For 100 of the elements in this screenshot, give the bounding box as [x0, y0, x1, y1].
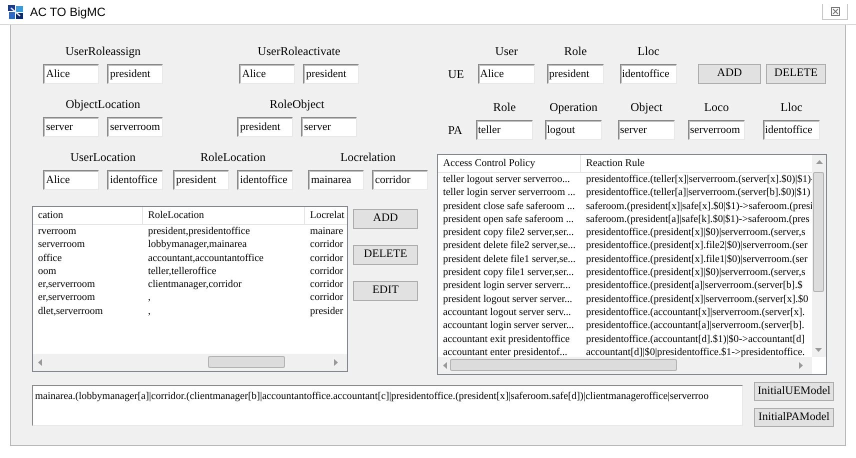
table-cell-text: accountant[d]|$0|presidentoffice.$1->presidentoffice.: [585, 346, 806, 360]
input-field[interactable]: Alice: [239, 64, 295, 84]
table-cell-text: president copy file1 server,ser...: [442, 266, 575, 280]
table-cell-text: mainare: [309, 225, 344, 238]
table-cell-text: serverroom: [37, 238, 86, 252]
action-button[interactable]: ADD: [698, 64, 761, 84]
field-label: User: [494, 43, 519, 60]
horizontal-scrollbar[interactable]: [438, 357, 812, 374]
table-cell-text: lobbymanager,mainarea: [147, 238, 248, 252]
table-cell-text: president logout server server...: [442, 292, 574, 306]
input-field[interactable]: logout: [545, 120, 602, 140]
left-arrow-icon: [38, 359, 43, 366]
input-field[interactable]: president: [107, 64, 163, 84]
table-cell-text: presidentoffice.(teller[a]|serverroom.(server[b].$0)|$1): [585, 186, 812, 200]
table-cell-text: teller,telleroffice: [147, 264, 218, 278]
field-label: Lloc: [780, 99, 804, 116]
input-field[interactable]: corridor: [372, 170, 428, 190]
input-field[interactable]: identoffice: [620, 64, 677, 84]
field-label: RoleObject: [268, 96, 326, 113]
field-label: Role: [492, 99, 517, 116]
column-header[interactable]: cation: [33, 207, 143, 224]
action-button[interactable]: ADD: [353, 209, 418, 229]
input-field[interactable]: president: [547, 64, 604, 84]
action-button[interactable]: DELETE: [353, 245, 418, 265]
table-cell-text: accountant enter presidentof...: [442, 346, 568, 360]
table-cell-text: corridor: [309, 252, 344, 265]
table-cell-text: dlet,serverroom: [37, 304, 104, 318]
field-label: Lloc: [636, 43, 660, 60]
input-field[interactable]: identoffice: [237, 170, 293, 190]
input-field[interactable]: identoffice: [763, 120, 820, 140]
right-arrow-icon: [798, 362, 803, 369]
table-cell-text: president login server serverr...: [442, 279, 572, 293]
field-label: Loco: [703, 99, 730, 116]
action-button[interactable]: InitialPAModel: [754, 408, 834, 427]
action-button[interactable]: DELETE: [766, 64, 826, 84]
input-field[interactable]: server: [618, 120, 675, 140]
table-cell-text: saferoom.(president[a]|safe[k].$0|$1)->saferoom.(pres: [585, 212, 810, 226]
close-icon: [830, 7, 840, 16]
column-header[interactable]: RoleLocation: [143, 207, 305, 224]
input-field[interactable]: president: [173, 170, 229, 190]
table-cell-text: corridor: [309, 291, 344, 305]
vertical-scrollbar[interactable]: [812, 155, 826, 357]
input-field[interactable]: server: [43, 117, 99, 137]
input-field[interactable]: Alice: [43, 170, 99, 190]
up-arrow-icon: [816, 160, 822, 165]
input-field[interactable]: president: [237, 117, 293, 137]
input-field[interactable]: Alice: [478, 64, 535, 84]
down-arrow-icon: [815, 348, 822, 353]
action-button[interactable]: InitialUEModel: [754, 382, 834, 401]
table-cell-text: clientmanager,corridor: [147, 278, 243, 292]
right-arrow-icon: [333, 359, 338, 366]
close-button[interactable]: [822, 4, 848, 20]
table-cell-text: presidentoffice.(president[a]|serverroom.(server[b].$: [585, 279, 804, 293]
table-cell-text: accountant logout server serv...: [442, 306, 572, 320]
table-cell-text: accountant,accountantoffice: [147, 252, 265, 265]
field-label: ObjectLocation: [64, 96, 142, 113]
table-cell-text: presidentoffice.(president[x].file2|$0)|serverroom.(ser: [585, 239, 809, 253]
field-label: Object: [630, 99, 664, 116]
row-label: UE: [447, 66, 465, 83]
left-arrow-icon: [443, 362, 448, 369]
table-cell-text: president open safe saferoom ...: [442, 212, 575, 226]
table-cell-text: presidentoffice.(president[x].file1|$0)|serverroom.(ser: [585, 252, 809, 266]
table-cell-text: presidentoffice.(president[x]|$0)|serverroom.(server,s: [585, 226, 806, 240]
table-cell-text: saferoom.(president[x]|safe[x].$0|$1)->saferoom.(presi: [585, 200, 813, 213]
row-label: PA: [447, 122, 464, 139]
table-cell-text: presidentoffice.(president[x]|$0)|serverroom.(server,s: [585, 266, 806, 280]
table-cell-text: presidentoffice.(teller[x]|serverroom.(server[x].$0)|$1)-: [585, 173, 813, 186]
input-field[interactable]: Alice: [43, 64, 99, 84]
table-cell-text: teller logout server serverroo...: [442, 173, 571, 186]
field-label: RoleLocation: [199, 149, 267, 166]
table-cell-text: rverroom: [37, 225, 78, 238]
table-cell-text: office: [37, 252, 63, 265]
input-field[interactable]: identoffice: [107, 170, 163, 190]
horizontal-scrollbar[interactable]: [33, 354, 347, 371]
field-label: Operation: [548, 99, 598, 116]
table-cell-text: president delete file2 server,se...: [442, 239, 577, 253]
input-field[interactable]: serverroom: [688, 120, 745, 140]
table-cell-text: president copy file2 server,ser...: [442, 226, 575, 240]
action-button[interactable]: EDIT: [353, 281, 418, 301]
table-cell-text: president close safe saferoom ...: [442, 200, 576, 213]
table-cell-text: corridor: [309, 278, 344, 292]
table-cell-text: teller login server serverroom ...: [442, 186, 576, 200]
table-cell-text: er,serverroom: [37, 278, 96, 292]
table-cell-text: presidentoffice.(president[x]|serverroom.(server[x].$0: [585, 292, 810, 306]
column-header[interactable]: Access Control Policy: [438, 155, 581, 172]
field-label: Locrelation: [339, 149, 397, 166]
input-field[interactable]: president: [303, 64, 359, 84]
input-field[interactable]: serverroom: [107, 117, 163, 137]
table-cell-text: president,presidentoffice: [147, 225, 251, 238]
table-cell-text: ,: [147, 291, 152, 305]
field-label: UserLocation: [69, 149, 137, 166]
input-field[interactable]: server: [301, 117, 357, 137]
input-field[interactable]: mainarea: [308, 170, 364, 190]
input-field[interactable]: teller: [476, 120, 533, 140]
table-cell-text: corridor: [309, 264, 344, 278]
app-icon: [8, 5, 24, 19]
text-area[interactable]: mainarea.(lobbymanager[a]|corridor.(clientmanager[b]|accountantoffice.accountant[c]|presidentoffice.(president[x]|saferoom.safe[d])|clientmanageroffice|serverroo: [32, 385, 743, 426]
table-cell-text: ,: [147, 304, 152, 318]
table-cell-text: er,serverroom: [37, 291, 96, 305]
table-cell-text: presider: [309, 304, 344, 318]
